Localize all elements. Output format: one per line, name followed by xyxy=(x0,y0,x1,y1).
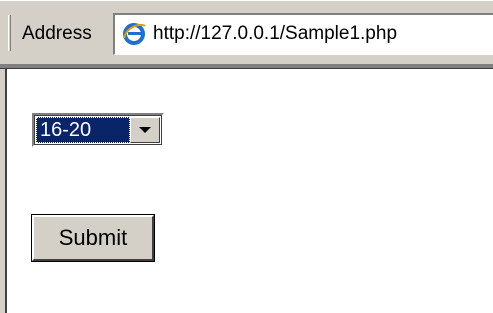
toolbar-grip[interactable] xyxy=(8,15,11,51)
chevron-down-icon[interactable] xyxy=(130,117,160,143)
url-text: http://127.0.0.1/Sample1.php xyxy=(153,23,398,44)
address-toolbar: Address http://127.0.0.1/Sample1.php xyxy=(0,0,493,64)
select-selected-value: 16-20 xyxy=(36,117,130,143)
range-select[interactable]: 16-20 xyxy=(32,113,164,147)
window-left-edge xyxy=(0,69,7,313)
address-input[interactable]: http://127.0.0.1/Sample1.php xyxy=(113,13,493,55)
internet-explorer-icon xyxy=(121,21,147,47)
page-content xyxy=(0,69,493,313)
address-label: Address xyxy=(22,23,92,44)
submit-button[interactable]: Submit xyxy=(31,214,155,262)
